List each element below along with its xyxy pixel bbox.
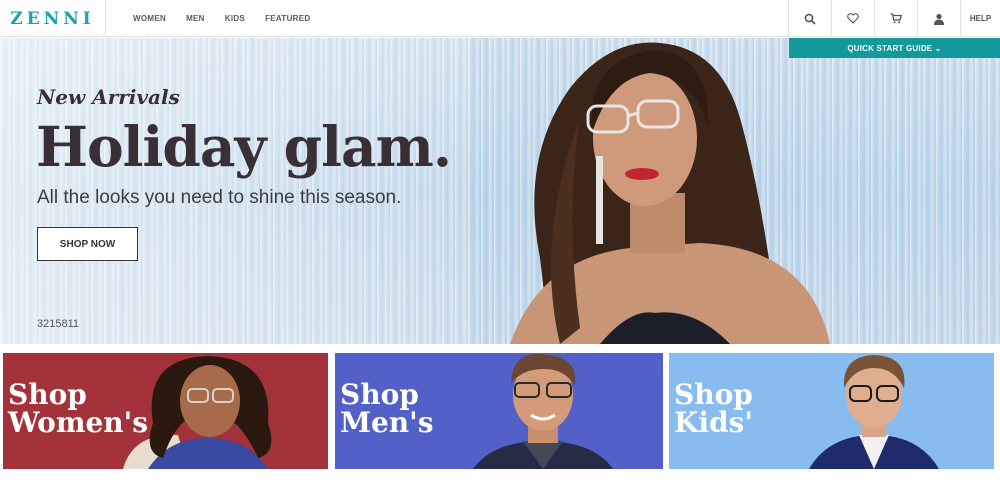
- nav-kids[interactable]: KIDS: [225, 14, 245, 23]
- header-icons: HELP: [788, 0, 1000, 37]
- logo-text: ZENNI: [10, 8, 95, 29]
- nav-featured[interactable]: FEATURED: [265, 14, 310, 23]
- tile-line-1: Shop: [674, 378, 753, 411]
- help-link[interactable]: HELP: [960, 0, 1000, 37]
- cart-button[interactable]: [874, 0, 917, 37]
- account-button[interactable]: [917, 0, 960, 37]
- nav-men[interactable]: MEN: [186, 14, 205, 23]
- shop-now-button[interactable]: SHOP NOW: [37, 227, 138, 261]
- kids-tile-label: Shop Kids': [674, 381, 753, 437]
- search-button[interactable]: [788, 0, 831, 37]
- womens-tile-label: Shop Women's: [8, 381, 148, 437]
- quick-start-guide-button[interactable]: QUICK START GUIDE ⌄: [789, 38, 1000, 58]
- hero-model-image: [510, 42, 830, 344]
- hero-eyebrow: New Arrivals: [37, 85, 180, 109]
- search-icon: [804, 13, 816, 25]
- site-header: ZENNI WOMEN MEN KIDS FEATURED HELP: [0, 0, 1000, 37]
- hero-subtitle: All the looks you need to shine this sea…: [37, 187, 402, 208]
- mens-tile-label: Shop Men's: [340, 381, 434, 437]
- hero-code-text: 3215811: [37, 318, 80, 330]
- shop-mens-tile[interactable]: Shop Men's: [335, 353, 663, 469]
- mens-model-image: [473, 353, 613, 469]
- main-nav: WOMEN MEN KIDS FEATURED: [133, 0, 330, 37]
- wishlist-button[interactable]: [831, 0, 874, 37]
- tile-line-2: Women's: [8, 406, 148, 439]
- tile-line-1: Shop: [340, 378, 419, 411]
- shop-womens-tile[interactable]: Shop Women's: [3, 353, 328, 469]
- hero-banner[interactable]: New Arrivals Holiday glam. All the looks…: [0, 38, 1000, 344]
- tile-line-2: Kids': [674, 406, 753, 439]
- shop-kids-tile[interactable]: Shop Kids': [669, 353, 994, 469]
- tile-line-1: Shop: [8, 378, 87, 411]
- tile-line-2: Men's: [340, 406, 434, 439]
- kids-model-image: [809, 355, 939, 469]
- nav-women[interactable]: WOMEN: [133, 14, 166, 23]
- cart-icon: [890, 13, 902, 24]
- zenni-logo[interactable]: ZENNI: [0, 0, 106, 37]
- heart-icon: [847, 13, 859, 24]
- hero-title: Holiday glam.: [36, 114, 452, 179]
- user-icon: [934, 13, 944, 25]
